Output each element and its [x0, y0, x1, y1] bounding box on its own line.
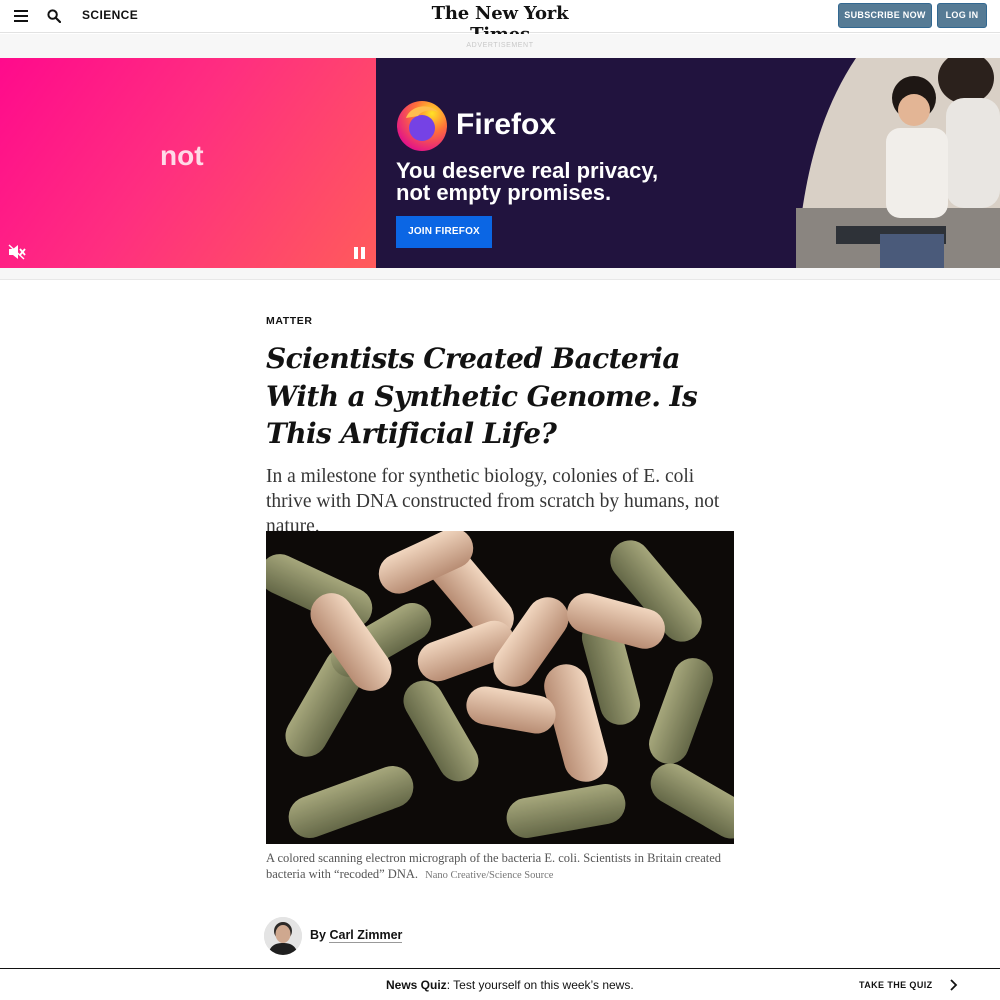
news-quiz-description: : Test yourself on this week’s news.	[446, 978, 634, 992]
article-kicker[interactable]: MATTER	[266, 315, 313, 327]
article-headline: Scientists Created Bacteria With a Synth…	[266, 342, 698, 450]
login-button[interactable]: LOG IN	[937, 3, 987, 28]
news-quiz-bar[interactable]: News Quiz: Test yourself on this week’s …	[0, 968, 1000, 1000]
ad-firefox-panel[interactable]: Firefox You deserve real privacy, not em…	[376, 58, 1000, 268]
image-caption: A colored scanning electron micrograph o…	[266, 850, 736, 884]
section-link-science[interactable]: SCIENCE	[82, 8, 138, 22]
join-firefox-button[interactable]: JOIN FIREFOX	[396, 216, 492, 248]
article-hero-image	[266, 531, 734, 844]
advertisement-area: ADVERTISEMENT not Firefox You deserve re…	[0, 34, 1000, 280]
news-quiz-label: News Quiz	[386, 978, 447, 992]
menu-icon[interactable]	[14, 10, 28, 22]
ecoli-micrograph	[266, 531, 734, 844]
mute-icon[interactable]	[8, 244, 26, 260]
ad-banner[interactable]: not Firefox You deserve real privacy, no…	[0, 58, 1000, 268]
ad-video-panel[interactable]: not	[0, 58, 376, 268]
subscribe-button[interactable]: SUBSCRIBE NOW	[838, 3, 932, 28]
author-avatar[interactable]	[264, 917, 302, 955]
byline-prefix: By	[310, 928, 326, 942]
firefox-wordmark: Firefox	[456, 108, 557, 141]
byline-text: By Carl Zimmer	[310, 928, 403, 943]
search-icon[interactable]	[47, 9, 61, 23]
ad-family-photo	[796, 58, 1000, 268]
take-the-quiz-link[interactable]: TAKE THE QUIZ	[859, 980, 933, 990]
top-navigation-bar: SCIENCE The New York Times SUBSCRIBE NOW…	[0, 0, 1000, 45]
advertisement-label: ADVERTISEMENT	[466, 42, 534, 49]
author-link[interactable]: Carl Zimmer	[329, 928, 403, 943]
firefox-logo	[397, 101, 447, 151]
pause-icon[interactable]	[354, 247, 366, 259]
ad-animated-word: not	[160, 140, 204, 171]
article-summary: In a milestone for synthetic biology, co…	[266, 466, 720, 537]
ad-headline: You deserve real privacy, not empty prom…	[396, 158, 659, 205]
news-quiz-text: News Quiz: Test yourself on this week’s …	[386, 978, 634, 992]
photo-credit: Nano Creative/Science Source	[425, 870, 554, 881]
chevron-right-icon[interactable]	[948, 979, 958, 991]
